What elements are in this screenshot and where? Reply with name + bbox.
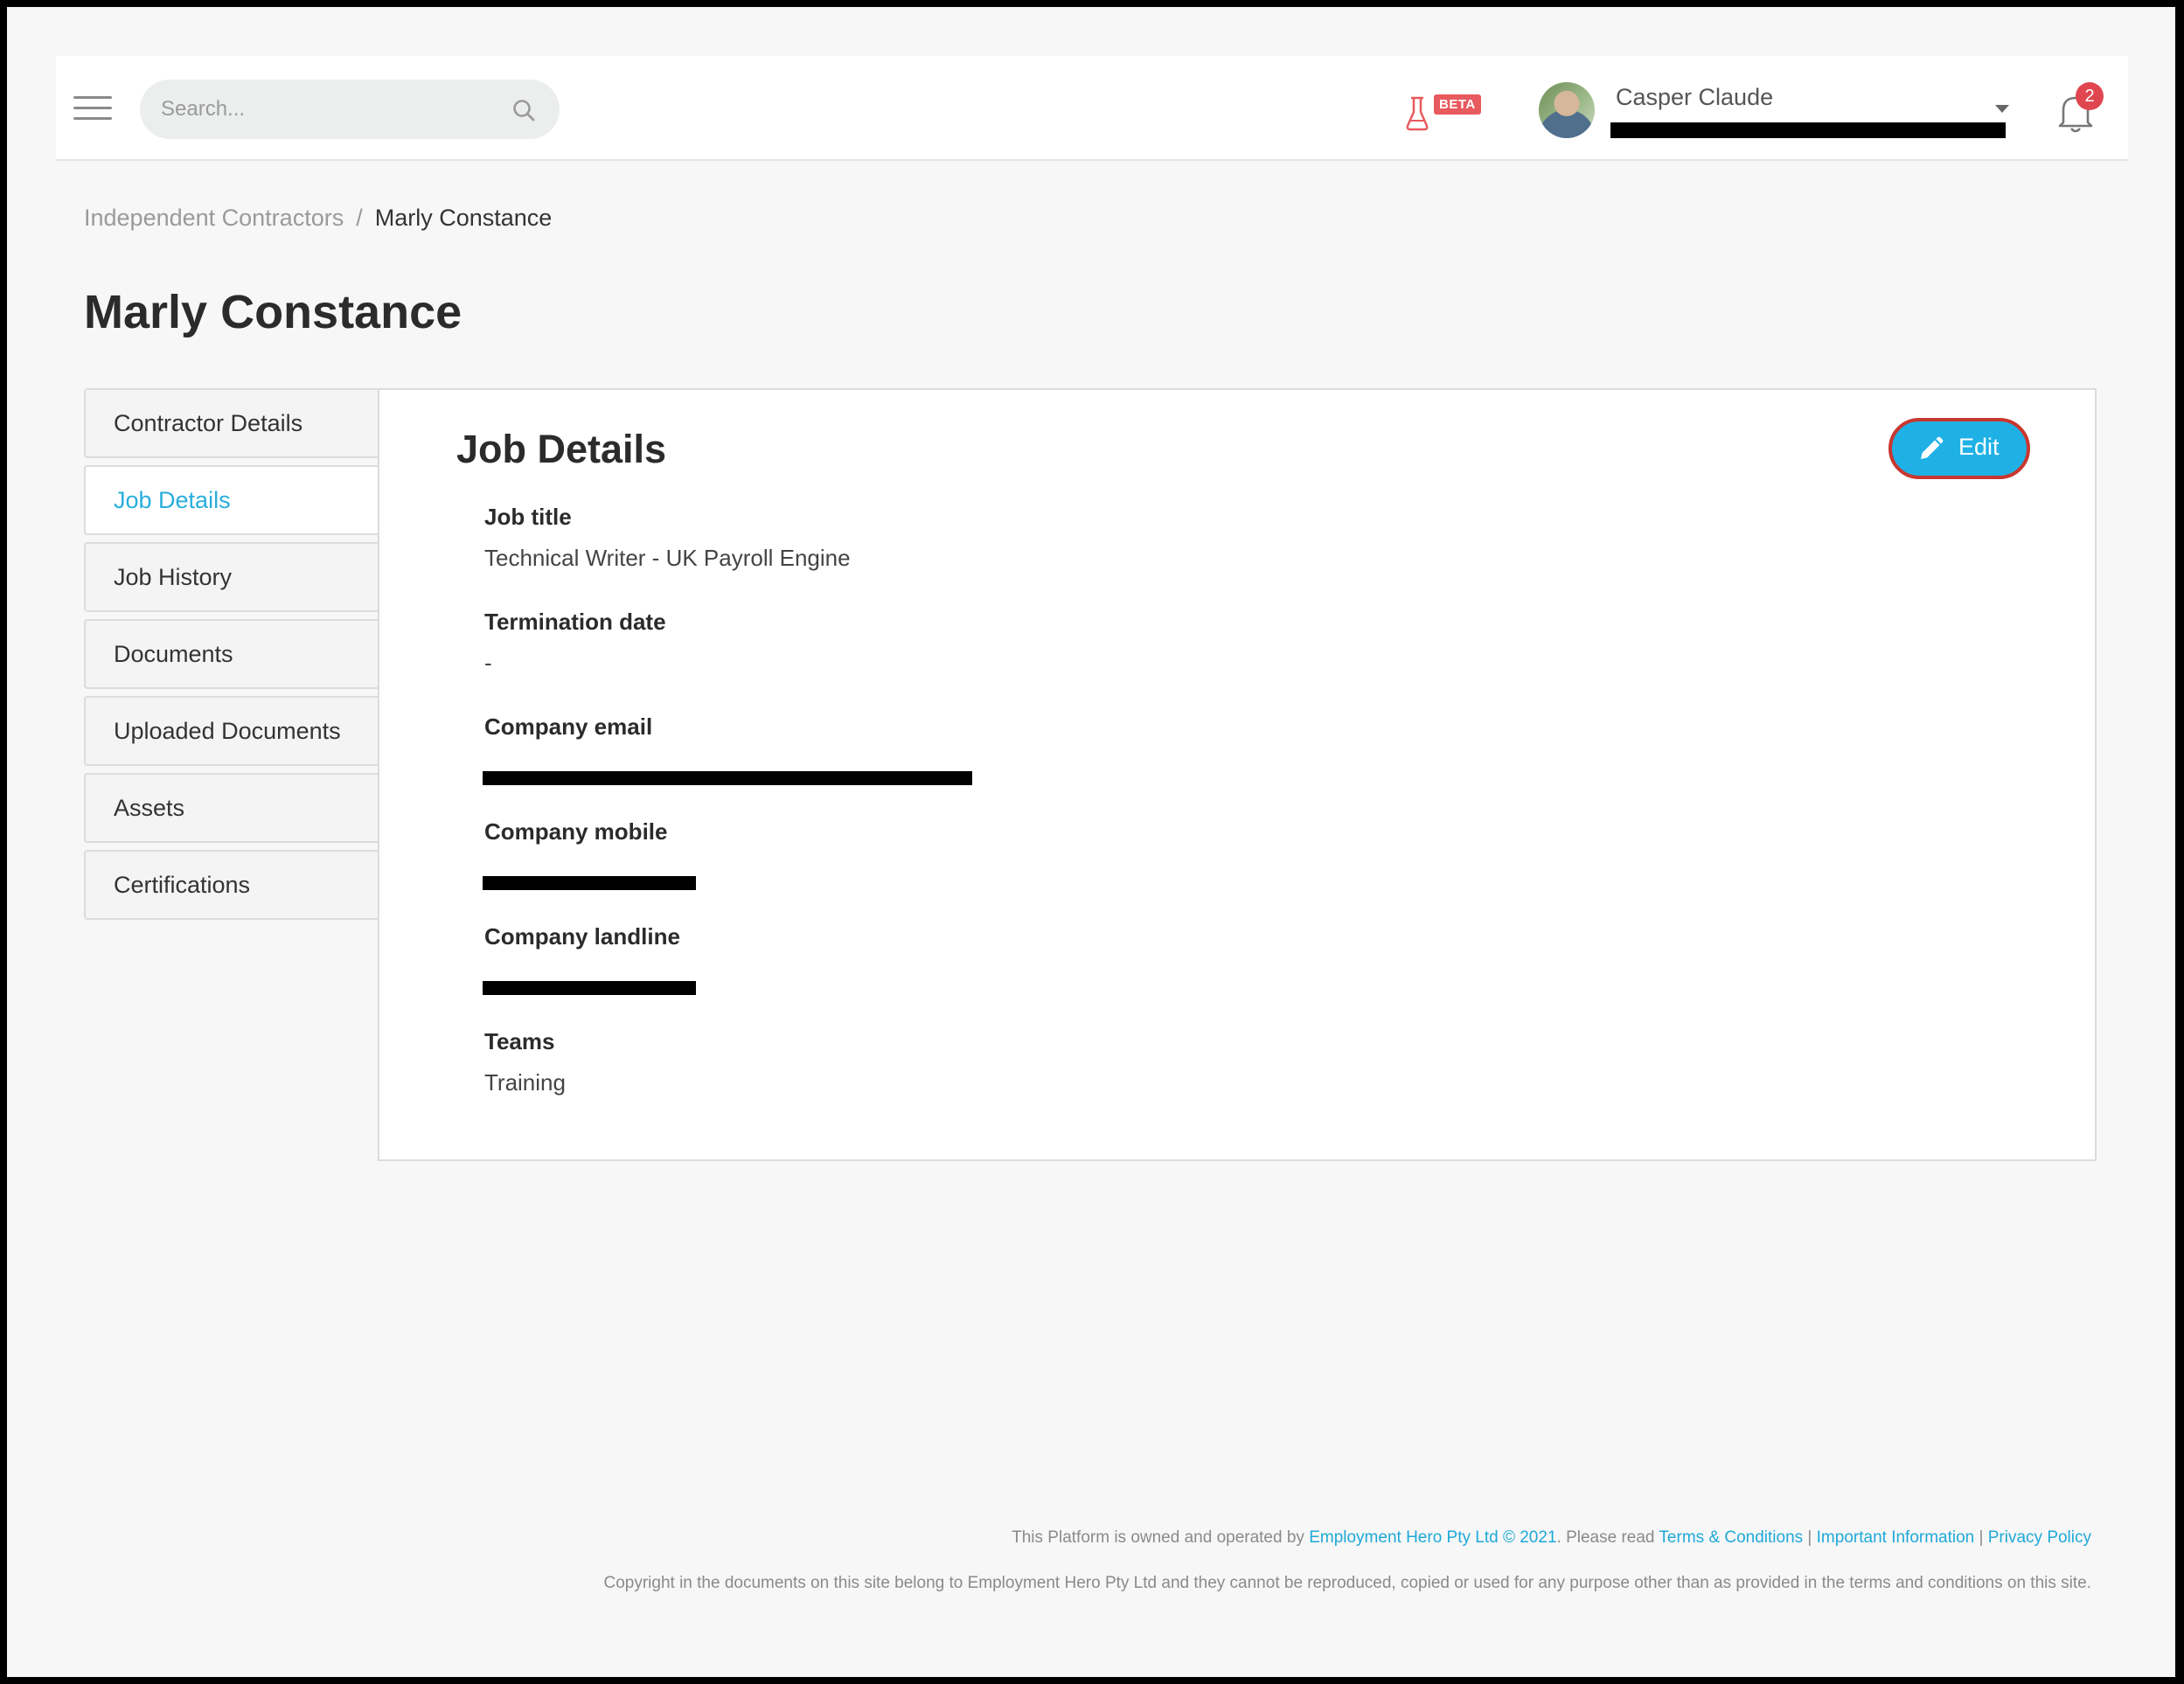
beta-features-button[interactable]: BETA (1404, 91, 1492, 133)
user-name[interactable]: Casper Claude (1616, 84, 1773, 111)
field-label: Job title (484, 504, 572, 530)
footer-divider: | (1974, 1528, 1988, 1547)
notifications-button[interactable]: 2 (2055, 82, 2104, 136)
important-information-link[interactable]: Important Information (1817, 1528, 1975, 1547)
field-label: Teams (484, 1028, 555, 1054)
tab-uploaded-documents[interactable]: Uploaded Documents (84, 696, 386, 766)
page-title: Marly Constance (84, 286, 463, 338)
tab-job-details[interactable]: Job Details (84, 465, 386, 535)
footer-text: . Please read (1556, 1528, 1659, 1547)
field-termination-date: Termination date - (484, 609, 666, 676)
pencil-icon (1921, 436, 1944, 459)
redacted-company-mobile (483, 876, 696, 890)
privacy-policy-link[interactable]: Privacy Policy (1988, 1528, 2091, 1547)
breadcrumb-current: Marly Constance (374, 205, 553, 231)
footer-divider: | (1803, 1528, 1817, 1547)
field-value: Technical Writer - UK Payroll Engine (484, 545, 851, 571)
notification-count-badge: 2 (2076, 82, 2104, 110)
field-job-title: Job title Technical Writer - UK Payroll … (484, 504, 851, 571)
field-label: Termination date (484, 609, 666, 635)
redacted-company-landline (483, 981, 696, 995)
chevron-down-icon[interactable] (1995, 105, 2009, 113)
field-teams: Teams Training (484, 1028, 566, 1096)
footer-ownership-line: This Platform is owned and operated by E… (1012, 1528, 2091, 1548)
app-window: BETA Casper Claude 2 Independent Contrac… (7, 7, 2175, 1677)
top-bar: BETA Casper Claude 2 (56, 56, 2128, 161)
side-nav: Contractor Details Job Details Job Histo… (84, 388, 386, 927)
flask-icon (1406, 96, 1429, 131)
avatar[interactable] (1539, 82, 1595, 138)
tab-documents[interactable]: Documents (84, 619, 386, 689)
footer-copyright: Copyright in the documents on this site … (603, 1574, 2091, 1592)
hamburger-menu-icon[interactable] (73, 96, 112, 121)
redacted-company-email (483, 771, 972, 785)
beta-badge: BETA (1434, 94, 1481, 115)
panel-title: Job Details (456, 427, 667, 471)
search-input[interactable] (161, 80, 493, 139)
terms-link[interactable]: Terms & Conditions (1659, 1528, 1803, 1547)
breadcrumb-parent-link[interactable]: Independent Contractors (84, 205, 344, 231)
edit-button[interactable]: Edit (1888, 418, 2030, 479)
footer-text: This Platform is owned and operated by (1012, 1528, 1310, 1547)
tab-assets[interactable]: Assets (84, 773, 386, 843)
search-icon[interactable] (511, 97, 537, 123)
tab-certifications[interactable]: Certifications (84, 850, 386, 920)
redacted-user-email (1610, 122, 2006, 138)
field-label: Company mobile (484, 818, 668, 845)
search-box (140, 80, 560, 139)
tab-job-history[interactable]: Job History (84, 542, 386, 612)
breadcrumb-separator: / (356, 205, 363, 231)
field-label: Company email (484, 713, 653, 740)
field-value: - (484, 650, 492, 676)
edit-button-label: Edit (1958, 434, 2000, 460)
field-label: Company landline (484, 923, 680, 950)
breadcrumb: Independent Contractors / Marly Constance (84, 205, 552, 232)
field-value: Training (484, 1069, 566, 1096)
job-details-panel: Job Details Edit Job title Technical Wri… (378, 388, 2097, 1161)
company-link[interactable]: Employment Hero Pty Ltd © 2021 (1309, 1528, 1556, 1547)
tab-contractor-details[interactable]: Contractor Details (84, 388, 386, 458)
